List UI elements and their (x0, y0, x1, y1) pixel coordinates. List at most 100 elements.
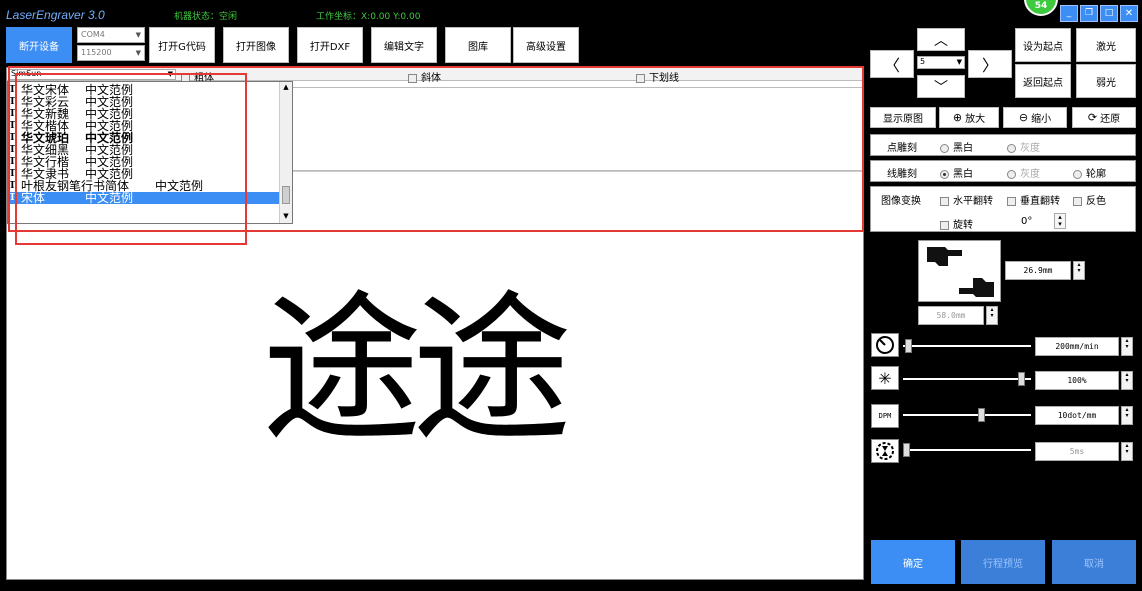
zoom-in-button[interactable]: ⊕ 放大 (939, 107, 999, 128)
line-bw-radio[interactable]: 黑白 (940, 165, 973, 180)
app-title: LaserEngraver 3.0 (6, 8, 105, 22)
return-origin-button[interactable]: 返回起点 (1015, 64, 1071, 98)
zoom-in-icon: ⊕ (952, 111, 963, 124)
dpm-stepper[interactable]: ▴ ▾ (1121, 406, 1133, 425)
check-icon (1007, 196, 1016, 206)
jog-up-button[interactable]: ︿ (917, 28, 965, 51)
radio-selected-icon (940, 169, 949, 179)
laser-button[interactable]: 激光 (1076, 28, 1136, 62)
power-field[interactable]: 100% (1035, 371, 1119, 390)
height-field[interactable]: 58.0mm (918, 306, 984, 325)
advanced-settings-button[interactable]: 高级设置 (513, 27, 579, 63)
dot-gray-label: 灰度 (1020, 143, 1040, 154)
chevron-down-icon: ▼ (956, 58, 962, 66)
line-outline-radio[interactable]: 轮廓 (1073, 165, 1106, 180)
speed-stepper[interactable]: ▴ ▾ (1121, 337, 1133, 356)
width-stepper[interactable]: ▴ ▾ (1073, 261, 1085, 280)
highlight-box-text-area (8, 66, 864, 232)
minimize-button[interactable]: _ (1060, 5, 1078, 22)
step-value: 5 (920, 57, 926, 66)
open-gcode-button[interactable]: 打开G代码 (149, 27, 215, 63)
jog-right-button[interactable]: 〉 (968, 50, 1012, 78)
line-engrave-row: 线雕刻 黑白 灰度 轮廓 (870, 160, 1136, 182)
hflip-label: 水平翻转 (953, 196, 993, 207)
cancel-button[interactable]: 取消 (1052, 540, 1136, 584)
dpm-field[interactable]: 10dot/mm (1035, 406, 1119, 425)
chevron-up-icon: ︿ (934, 32, 948, 49)
machine-status: 机器状态：空闲 (174, 12, 238, 22)
set-origin-button[interactable]: 设为起点 (1015, 28, 1071, 62)
speed-slider-track[interactable] (903, 345, 1031, 347)
restore-window-button[interactable]: ❐ (1080, 5, 1098, 22)
power-stepper[interactable]: ▴ ▾ (1121, 371, 1133, 390)
zoom-out-icon: ⊖ (1018, 111, 1029, 124)
check-icon (940, 220, 949, 230)
rotate-angle-value: 0° (1021, 216, 1033, 227)
dot-engrave-label: 点雕刻 (887, 143, 917, 154)
invert-checkbox[interactable]: 反色 (1073, 192, 1106, 207)
canvas-preview-text: 途途 (262, 276, 572, 463)
speed-slider-thumb[interactable] (905, 339, 913, 353)
weak-light-button[interactable]: 弱光 (1076, 64, 1136, 98)
dot-bw-radio[interactable]: 黑白 (940, 139, 973, 154)
close-window-button[interactable]: ✕ (1120, 5, 1138, 22)
edit-text-button[interactable]: 编辑文字 (371, 27, 437, 63)
laser-power-icon: ✳ (871, 366, 899, 390)
dpm-slider-thumb[interactable] (978, 408, 986, 422)
width-field[interactable]: 26.9mm (1005, 261, 1071, 280)
gallery-button[interactable]: 图库 (445, 27, 511, 63)
jog-down-button[interactable]: ﹀ (917, 75, 965, 98)
radio-icon (1073, 169, 1082, 179)
chevron-down-icon: ﹀ (934, 79, 948, 96)
open-dxf-button[interactable]: 打开DXF (297, 27, 363, 63)
dimension-preview-image (918, 240, 1001, 302)
delay-timer-icon (871, 439, 899, 463)
line-outline-label: 轮廓 (1086, 169, 1106, 180)
jog-left-button[interactable]: 〈 (870, 50, 914, 78)
line-gray-label: 灰度 (1020, 169, 1040, 180)
delay-stepper[interactable]: ▴ ▾ (1121, 442, 1133, 461)
disconnect-button[interactable]: 断开设备 (6, 27, 72, 63)
power-slider-track[interactable] (903, 378, 1031, 380)
line-gray-radio[interactable]: 灰度 (1007, 165, 1040, 180)
rotate-label: 旋转 (953, 220, 973, 231)
dot-gray-radio[interactable]: 灰度 (1007, 139, 1040, 154)
dpm-label-box: DPM (871, 404, 899, 428)
restore-icon: ⟳ (1087, 111, 1098, 124)
step-select[interactable]: 5 ▼ (917, 56, 965, 69)
dpm-label: DPM (878, 412, 892, 420)
delay-field[interactable]: 5ms (1035, 442, 1119, 461)
baud-select[interactable]: 115200 ▼ (77, 45, 145, 61)
vflip-label: 垂直翻转 (1020, 196, 1060, 207)
update-badge[interactable]: 54 (1024, 0, 1058, 16)
line-bw-label: 黑白 (953, 169, 973, 180)
pointing-hands-icon (927, 247, 994, 297)
maximize-button[interactable]: □ (1100, 5, 1118, 22)
chevron-left-icon: 〈 (883, 56, 900, 75)
confirm-button[interactable]: 确定 (871, 540, 955, 584)
line-engrave-label: 线雕刻 (887, 169, 917, 180)
restore-label: 还原 (1100, 114, 1121, 125)
delay-slider-thumb[interactable] (903, 443, 910, 457)
vflip-checkbox[interactable]: 垂直翻转 (1007, 192, 1060, 207)
dot-engrave-row: 点雕刻 黑白 灰度 (870, 134, 1136, 156)
chevron-right-icon: 〉 (981, 56, 998, 75)
speed-field[interactable]: 200mm/min (1035, 337, 1119, 356)
zoom-in-label: 放大 (965, 114, 986, 125)
rotate-checkbox[interactable]: 旋转 (940, 216, 973, 231)
rotate-angle-stepper[interactable]: ▴ ▾ (1054, 213, 1066, 229)
port-value: COM4 (81, 30, 105, 39)
port-select[interactable]: COM4 ▼ (77, 27, 145, 43)
hflip-checkbox[interactable]: 水平翻转 (940, 192, 993, 207)
zoom-out-button[interactable]: ⊖ 缩小 (1003, 107, 1067, 128)
power-slider-thumb[interactable] (1017, 372, 1025, 386)
open-image-button[interactable]: 打开图像 (223, 27, 289, 63)
dpm-slider-track[interactable] (903, 414, 1031, 416)
show-original-button[interactable]: 显示原图 (870, 107, 936, 128)
image-transform-panel: 图像变换 水平翻转 垂直翻转 反色 旋转 0° ▴ ▾ (870, 186, 1136, 232)
path-preview-button[interactable]: 行程预览 (961, 540, 1045, 584)
height-stepper[interactable]: ▴ ▾ (986, 306, 998, 325)
delay-slider-track[interactable] (903, 449, 1031, 451)
restore-button[interactable]: ⟳ 还原 (1072, 107, 1136, 128)
check-icon (940, 196, 949, 206)
